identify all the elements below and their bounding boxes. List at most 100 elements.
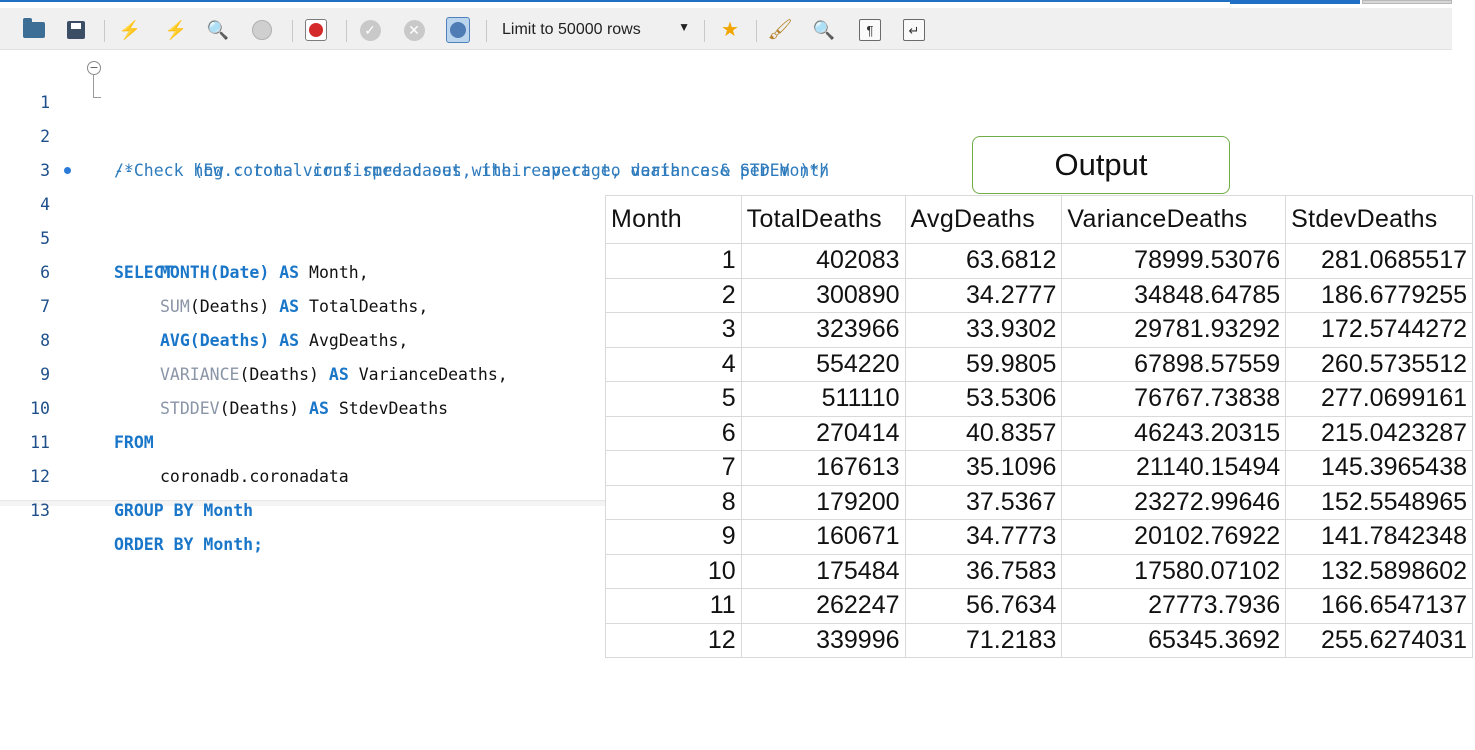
table-row[interactable]: 2 300890 34.2777 34848.64785 186.6779255 bbox=[605, 277, 1473, 313]
table-cell[interactable]: 11 bbox=[605, 588, 742, 624]
table-cell[interactable]: 160671 bbox=[740, 519, 906, 555]
table-cell[interactable]: 35.1096 bbox=[904, 450, 1063, 486]
save-icon[interactable] bbox=[64, 18, 88, 42]
table-cell[interactable]: 67898.57559 bbox=[1061, 346, 1287, 382]
table-cell[interactable]: 27773.7936 bbox=[1061, 588, 1287, 624]
column-header-stdevdeaths[interactable]: StdevDeaths bbox=[1285, 195, 1473, 244]
table-row[interactable]: 8 179200 37.5367 23272.99646 152.5548965 bbox=[605, 484, 1473, 520]
table-cell[interactable]: 23272.99646 bbox=[1061, 484, 1287, 520]
table-cell[interactable]: 186.6779255 bbox=[1285, 277, 1473, 313]
table-cell[interactable]: 63.6812 bbox=[904, 243, 1063, 279]
rollback-icon[interactable]: ✕ bbox=[402, 18, 426, 42]
table-row[interactable]: 11 262247 56.7634 27773.7936 166.6547137 bbox=[605, 588, 1473, 624]
table-cell[interactable]: 7 bbox=[605, 450, 742, 486]
table-cell[interactable]: 5 bbox=[605, 381, 742, 417]
table-cell[interactable]: 59.9805 bbox=[904, 346, 1063, 382]
explain-icon[interactable]: 🔍 bbox=[206, 18, 230, 42]
table-row[interactable]: 6 270414 40.8357 46243.20315 215.0423287 bbox=[605, 415, 1473, 451]
table-cell[interactable]: 262247 bbox=[740, 588, 906, 624]
table-cell[interactable]: 215.0423287 bbox=[1285, 415, 1473, 451]
table-cell[interactable]: 402083 bbox=[740, 243, 906, 279]
table-cell[interactable]: 4 bbox=[605, 346, 742, 382]
word-wrap-icon[interactable]: ↵ bbox=[902, 18, 926, 42]
toggle-continue-on-error-icon[interactable] bbox=[304, 18, 328, 42]
table-cell[interactable]: 10 bbox=[605, 553, 742, 589]
table-cell[interactable]: 78999.53076 bbox=[1061, 243, 1287, 279]
table-row[interactable]: 1 402083 63.6812 78999.53076 281.0685517 bbox=[605, 243, 1473, 279]
table-row[interactable]: 12 339996 71.2183 65345.3692 255.6274031 bbox=[605, 622, 1473, 658]
table-cell[interactable]: 20102.76922 bbox=[1061, 519, 1287, 555]
table-cell[interactable]: 172.5744272 bbox=[1285, 312, 1473, 348]
table-cell[interactable]: 1 bbox=[605, 243, 742, 279]
table-cell[interactable]: 166.6547137 bbox=[1285, 588, 1473, 624]
column-header-avgdeaths[interactable]: AvgDeaths bbox=[904, 195, 1063, 244]
invisible-chars-icon[interactable]: ¶ bbox=[858, 18, 882, 42]
table-cell[interactable]: 511110 bbox=[740, 381, 906, 417]
table-cell[interactable]: 9 bbox=[605, 519, 742, 555]
table-row[interactable]: 9 160671 34.7773 20102.76922 141.7842348 bbox=[605, 519, 1473, 555]
execute-statement-icon[interactable]: ⚡ bbox=[164, 18, 188, 42]
stop-icon[interactable] bbox=[250, 18, 274, 42]
bookmark-star-icon[interactable]: ★ bbox=[718, 18, 742, 42]
find-icon[interactable]: 🔍 bbox=[812, 18, 836, 42]
limit-rows-select[interactable]: Limit to 50000 rows ▼ bbox=[492, 17, 700, 43]
table-cell[interactable]: 6 bbox=[605, 415, 742, 451]
table-cell[interactable]: 260.5735512 bbox=[1285, 346, 1473, 382]
table-cell[interactable]: 175484 bbox=[740, 553, 906, 589]
table-cell[interactable]: 300890 bbox=[740, 277, 906, 313]
table-cell[interactable]: 34.7773 bbox=[904, 519, 1063, 555]
table-cell[interactable]: 40.8357 bbox=[904, 415, 1063, 451]
table-cell[interactable]: 21140.15494 bbox=[1061, 450, 1287, 486]
fold-toggle-icon[interactable]: − bbox=[87, 61, 101, 75]
beautify-icon[interactable]: 🖌 bbox=[767, 18, 792, 42]
table-cell[interactable]: 141.7842348 bbox=[1285, 519, 1473, 555]
table-row[interactable]: 4 554220 59.9805 67898.57559 260.5735512 bbox=[605, 346, 1473, 382]
table-cell[interactable]: 71.2183 bbox=[904, 622, 1063, 658]
table-cell[interactable]: 65345.3692 bbox=[1061, 622, 1287, 658]
table-cell[interactable]: 53.5306 bbox=[904, 381, 1063, 417]
result-grid[interactable]: Month TotalDeaths AvgDeaths VarianceDeat… bbox=[605, 195, 1473, 658]
column-header-totaldeaths[interactable]: TotalDeaths bbox=[740, 195, 906, 244]
table-cell[interactable]: 179200 bbox=[740, 484, 906, 520]
autocommit-icon[interactable] bbox=[446, 17, 470, 43]
table-cell[interactable]: 277.0699161 bbox=[1285, 381, 1473, 417]
table-cell[interactable]: 339996 bbox=[740, 622, 906, 658]
table-cell[interactable]: 34.2777 bbox=[904, 277, 1063, 313]
table-cell[interactable]: 76767.73838 bbox=[1061, 381, 1287, 417]
table-cell[interactable]: 37.5367 bbox=[904, 484, 1063, 520]
table-cell[interactable]: 323966 bbox=[740, 312, 906, 348]
table-cell[interactable]: 281.0685517 bbox=[1285, 243, 1473, 279]
table-cell[interactable]: 270414 bbox=[740, 415, 906, 451]
chevron-down-icon[interactable]: ▼ bbox=[678, 20, 690, 34]
table-cell[interactable]: 145.3965438 bbox=[1285, 450, 1473, 486]
table-cell[interactable]: 33.9302 bbox=[904, 312, 1063, 348]
table-row[interactable]: 10 175484 36.7583 17580.07102 132.5898602 bbox=[605, 553, 1473, 589]
table-cell[interactable]: 3 bbox=[605, 312, 742, 348]
table-row[interactable]: 3 323966 33.9302 29781.93292 172.5744272 bbox=[605, 312, 1473, 348]
table-row[interactable]: 5 511110 53.5306 76767.73838 277.0699161 bbox=[605, 381, 1473, 417]
table-cell[interactable]: 152.5548965 bbox=[1285, 484, 1473, 520]
table-cell[interactable]: 29781.93292 bbox=[1061, 312, 1287, 348]
table-cell[interactable]: 56.7634 bbox=[904, 588, 1063, 624]
commit-icon[interactable]: ✓ bbox=[358, 18, 382, 42]
folder-open-icon[interactable] bbox=[22, 18, 46, 42]
table-cell[interactable]: 17580.07102 bbox=[1061, 553, 1287, 589]
table-cell[interactable]: 255.6274031 bbox=[1285, 622, 1473, 658]
table-cell[interactable]: 132.5898602 bbox=[1285, 553, 1473, 589]
table-row[interactable]: 7 167613 35.1096 21140.15494 145.3965438 bbox=[605, 450, 1473, 486]
table-cell[interactable]: 12 bbox=[605, 622, 742, 658]
column-header-variancedeaths[interactable]: VarianceDeaths bbox=[1061, 195, 1287, 244]
table-cell[interactable]: 46243.20315 bbox=[1061, 415, 1287, 451]
table-cell[interactable]: 36.7583 bbox=[904, 553, 1063, 589]
execute-icon[interactable]: ⚡ bbox=[118, 18, 142, 42]
table-cell[interactable]: 2 bbox=[605, 277, 742, 313]
toolbar-separator bbox=[346, 20, 347, 42]
table-cell[interactable]: 167613 bbox=[740, 450, 906, 486]
column-identifier: Month bbox=[203, 501, 254, 520]
limit-rows-label: Limit to 50000 rows bbox=[502, 21, 641, 38]
table-cell[interactable]: 8 bbox=[605, 484, 742, 520]
toolbar-separator bbox=[704, 20, 705, 42]
table-cell[interactable]: 34848.64785 bbox=[1061, 277, 1287, 313]
column-header-month[interactable]: Month bbox=[605, 195, 742, 244]
table-cell[interactable]: 554220 bbox=[740, 346, 906, 382]
